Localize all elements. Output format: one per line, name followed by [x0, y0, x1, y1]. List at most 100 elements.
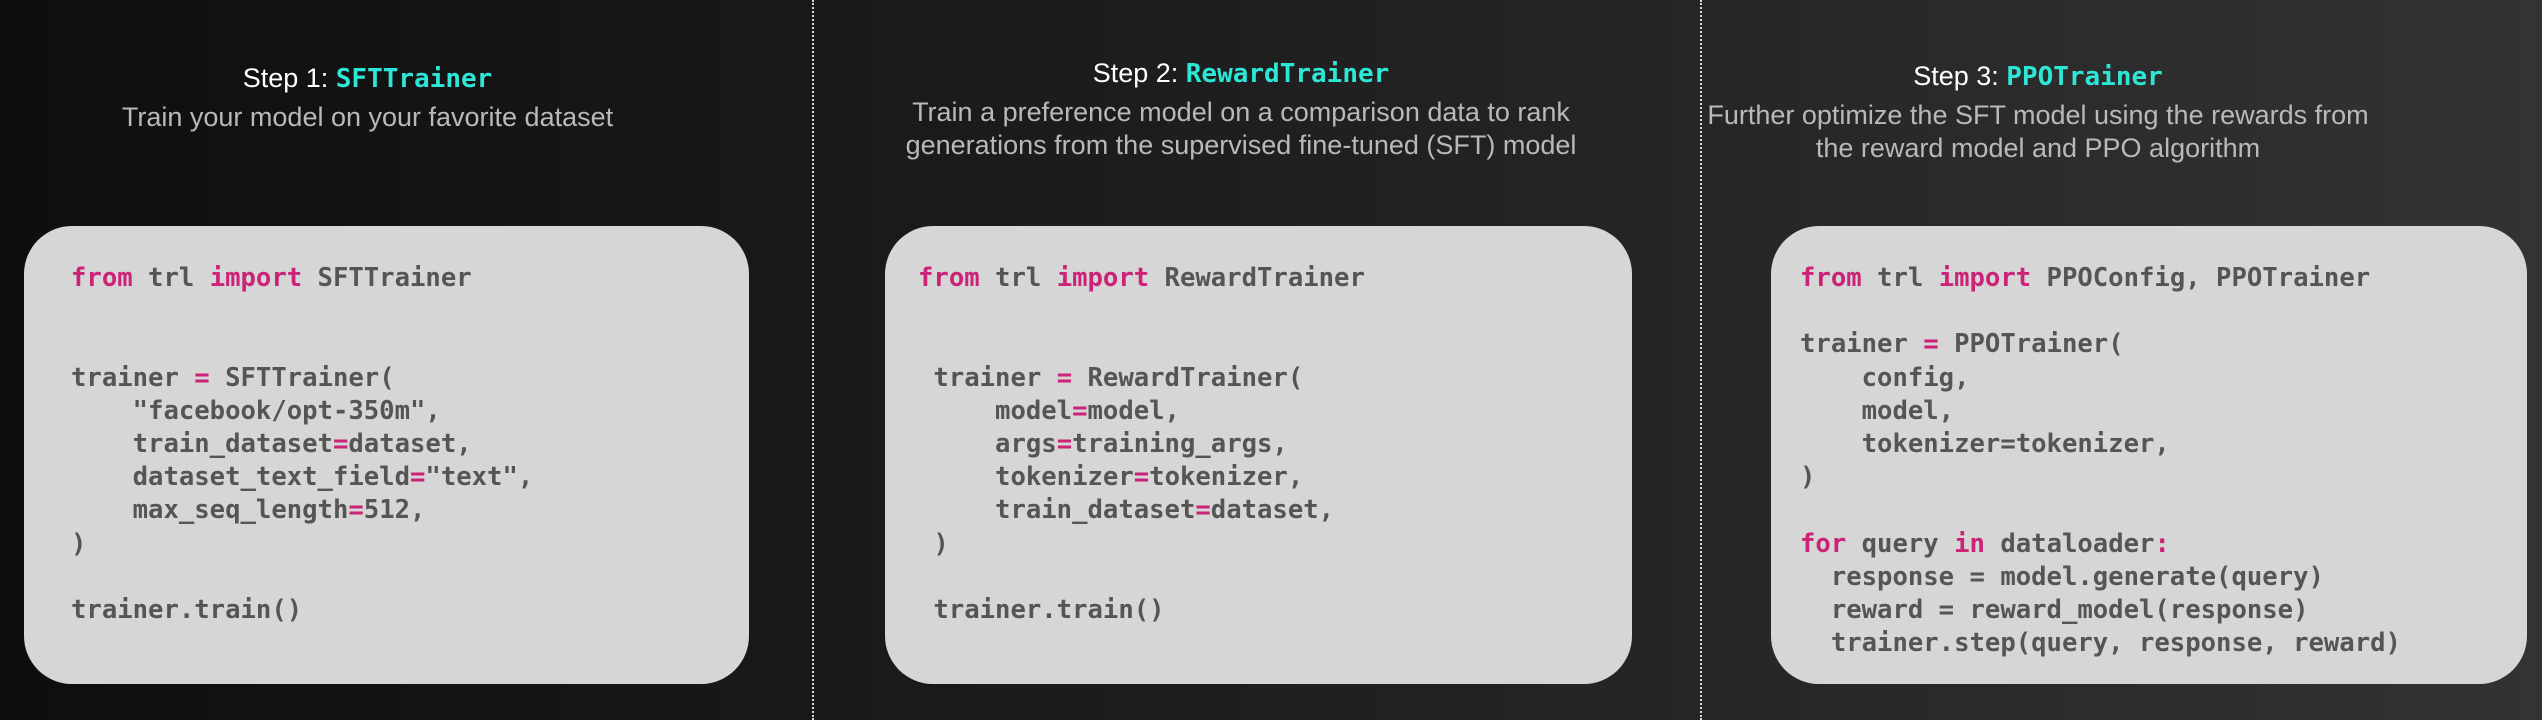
code-text: query [1846, 528, 1955, 559]
code-text: dataset, [348, 429, 472, 460]
code-line: model=model, [918, 396, 1180, 426]
code-text: trl [1861, 263, 1939, 293]
code-text: args [918, 429, 1057, 460]
code-text: SFTTrainer [302, 263, 472, 293]
code-line: "facebook/opt-350m", [71, 396, 441, 426]
code-text: SFTTrainer( [209, 362, 395, 393]
code-text: model [918, 395, 1073, 426]
code-line: tokenizer=tokenizer, [918, 462, 1303, 492]
code-keyword: = [332, 429, 349, 460]
code-text: reward = reward_model(response) [1800, 595, 2309, 626]
code-line: trainer = RewardTrainer( [918, 363, 1303, 393]
step-1-heading: Step 1: SFTTrainer [0, 62, 735, 95]
code-keyword: : [2154, 528, 2170, 559]
code-text: trl [979, 263, 1057, 293]
step-2-heading: Step 2: RewardTrainer [868, 57, 1614, 90]
code-text: "facebook/opt-350m", [71, 395, 441, 426]
step-3-trainer-name: PPOTrainer [2006, 62, 2163, 92]
code-keyword: = [1195, 495, 1211, 526]
code-line: model, [1800, 396, 1954, 426]
step-2-code: from trl import RewardTrainer trainer = … [918, 262, 1365, 627]
code-keyword: = [410, 462, 426, 493]
step-3-code: from trl import PPOConfig, PPOTrainer tr… [1800, 262, 2401, 660]
code-text: dataset, [1210, 495, 1335, 526]
code-text: model, [1800, 395, 1955, 426]
code-keyword: from [71, 263, 133, 293]
code-text: response = model.generate(query) [1800, 561, 2324, 592]
code-keyword: = [1056, 362, 1073, 393]
code-line: trainer.train() [918, 595, 1165, 626]
code-keyword: from [1800, 263, 1862, 293]
code-text: trainer [71, 362, 195, 393]
code-text: tokenizer=tokenizer, [1800, 429, 2170, 460]
code-text: RewardTrainer( [1072, 362, 1304, 393]
code-line: tokenizer=tokenizer, [1800, 429, 2170, 459]
code-line: trainer.step(query, response, reward) [1800, 628, 2401, 658]
code-text: trainer.step(query, response, reward) [1800, 628, 2401, 659]
code-line: from trl import PPOConfig, PPOTrainer [1800, 263, 2370, 293]
step-2-description: Train a preference model on a comparison… [905, 97, 1577, 160]
code-text: trainer.train() [918, 595, 1165, 626]
code-text: train_dataset [71, 429, 333, 460]
code-line: train_dataset=dataset, [71, 429, 472, 459]
code-line: train_dataset=dataset, [918, 495, 1334, 525]
step-3-panel: Step 3: PPOTrainer Further optimize the … [1700, 0, 2542, 720]
code-text: ) [918, 528, 949, 559]
code-line: max_seq_length=512, [71, 495, 426, 526]
code-keyword: = [1056, 429, 1073, 460]
code-text: tokenizer [918, 462, 1134, 493]
code-keyword: = [1923, 329, 1939, 360]
code-text: trainer [1800, 329, 1924, 360]
code-line: ) [1800, 462, 1815, 492]
step-1-panel: Step 1: SFTTrainer Train your model on y… [0, 0, 812, 720]
code-text: config, [1800, 362, 1970, 393]
code-text: dataloader [1984, 528, 2155, 559]
code-keyword: import [1938, 263, 2032, 293]
step-2-prefix: Step 2: [1092, 58, 1186, 88]
code-line: trainer.train() [71, 595, 302, 625]
code-text: ) [1800, 462, 1816, 493]
code-text: max_seq_length [71, 495, 349, 526]
code-line: for query in dataloader: [1800, 529, 2170, 559]
code-line: trainer = SFTTrainer( [71, 363, 395, 393]
code-text: model, [1087, 395, 1180, 426]
code-text: ) [71, 528, 87, 559]
code-text: PPOTrainer( [1938, 329, 2124, 360]
code-line: ) [918, 528, 949, 559]
step-3-heading: Step 3: PPOTrainer [1700, 60, 2376, 93]
step-3-description: Further optimize the SFT model using the… [1707, 100, 2369, 163]
code-keyword: = [1072, 395, 1088, 426]
code-line: response = model.generate(query) [1800, 562, 2324, 592]
code-line: ) [71, 529, 86, 559]
code-keyword: import [209, 263, 303, 293]
code-text: RewardTrainer [1149, 263, 1365, 293]
code-text: trainer [918, 362, 1057, 393]
code-line: trainer = PPOTrainer( [1800, 329, 2124, 359]
step-2-trainer-name: RewardTrainer [1185, 59, 1390, 89]
code-text: train_dataset [918, 495, 1196, 526]
step-2-code-card: from trl import RewardTrainer trainer = … [885, 226, 1632, 684]
code-text: PPOConfig, PPOTrainer [2031, 263, 2371, 293]
step-1-description: Train your model on your favorite datase… [121, 102, 614, 132]
code-text: training_args, [1072, 429, 1288, 460]
code-keyword: from [918, 263, 980, 293]
code-keyword: = [348, 495, 364, 526]
step-3-code-card: from trl import PPOConfig, PPOTrainer tr… [1771, 226, 2527, 684]
step-1-code-card: from trl import SFTTrainer trainer = SFT… [24, 226, 749, 684]
code-text: trl [132, 263, 210, 293]
code-text: 512, [363, 495, 426, 526]
code-keyword: import [1056, 263, 1150, 293]
step-3-prefix: Step 3: [1913, 61, 2007, 91]
code-text: "text", [425, 462, 534, 493]
code-line: config, [1800, 363, 1970, 393]
code-line: dataset_text_field="text", [71, 462, 534, 493]
code-text: tokenizer, [1149, 462, 1304, 493]
code-text: trainer.train() [71, 595, 303, 626]
code-keyword: = [1133, 462, 1150, 493]
step-2-panel: Step 2: RewardTrainer Train a preference… [812, 0, 1700, 720]
code-line: from trl import RewardTrainer [918, 263, 1365, 293]
step-1-trainer-name: SFTTrainer [335, 64, 493, 94]
code-line: from trl import SFTTrainer [71, 263, 472, 293]
code-line: args=training_args, [918, 429, 1288, 459]
code-text: dataset_text_field [71, 462, 410, 493]
